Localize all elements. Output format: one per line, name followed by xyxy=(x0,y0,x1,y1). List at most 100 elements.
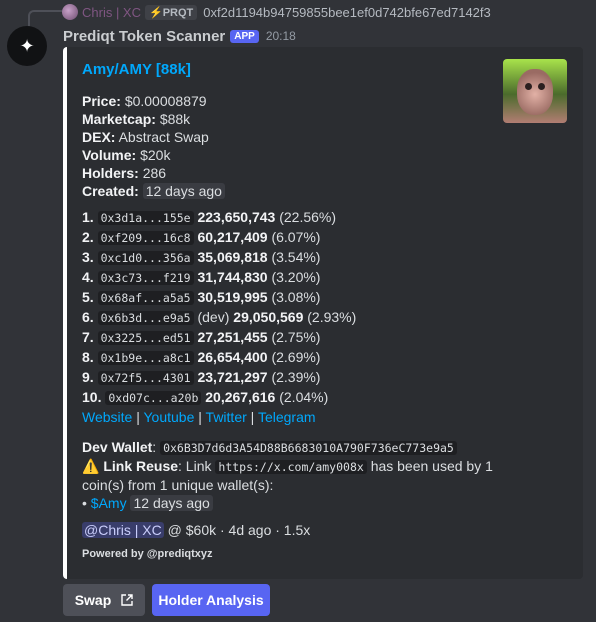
holder-rank: 9. xyxy=(82,369,94,385)
reply-connector xyxy=(28,10,62,26)
holder-amount: 30,519,995 xyxy=(197,289,268,305)
holder-address[interactable]: 0x3225...ed51 xyxy=(97,331,194,345)
sparkle-icon: ✦ xyxy=(19,35,35,56)
reuse-coin-age: 12 days ago xyxy=(130,495,213,511)
link-separator: | xyxy=(250,409,255,425)
holder-dev-tag: (dev) xyxy=(197,309,230,325)
twitter-link[interactable]: Twitter xyxy=(206,409,247,425)
external-link-icon xyxy=(121,594,133,606)
dev-wallet-block: Dev Wallet: 0x6B3D7d6d3A54D88B6683010A79… xyxy=(82,438,502,512)
token-info: Price: $0.00008879 Marketcap: $88k DEX: … xyxy=(82,92,225,200)
holder-percent: (3.08%) xyxy=(271,289,321,305)
info-volume: Volume: $20k xyxy=(82,147,171,163)
timestamp[interactable]: 20:18 xyxy=(266,29,296,43)
link-reuse-label: Link Reuse xyxy=(103,458,179,474)
holder-row: 7. 0x3225...ed51 27,251,455 (2.75%) xyxy=(82,328,356,348)
holder-amount: 31,744,830 xyxy=(197,269,268,285)
thumbnail-face xyxy=(517,69,553,115)
top-holders-list: 1. 0x3d1a...155e 223,650,743 (22.56%) 2.… xyxy=(82,208,356,408)
dev-wallet-row: Dev Wallet: 0x6B3D7d6d3A54D88B6683010A79… xyxy=(82,438,502,457)
link-separator: | xyxy=(198,409,202,425)
holder-row: 1. 0x3d1a...155e 223,650,743 (22.56%) xyxy=(82,208,356,228)
holder-address[interactable]: 0xc1d0...356a xyxy=(97,251,194,265)
reply-user-tag: ⚡PRQT xyxy=(145,4,198,20)
holder-amount: 35,069,818 xyxy=(197,249,268,265)
info-created: Created: 12 days ago xyxy=(82,182,225,200)
holder-rank: 2. xyxy=(82,229,94,245)
reply-text[interactable]: 0xf2d1194b94759855bee1ef0d742bfe67ed7142… xyxy=(203,5,491,20)
thumbnail-eye xyxy=(538,83,545,90)
holder-analysis-button[interactable]: Holder Analysis xyxy=(152,584,270,616)
link-reuse-row: ⚠️ Link Reuse: Link https://x.com/amy008… xyxy=(82,458,493,493)
info-price: Price: $0.00008879 xyxy=(82,93,207,109)
holder-row: 6. 0x6b3d...e9a5 (dev) 29,050,569 (2.93%… xyxy=(82,308,356,328)
holder-rank: 7. xyxy=(82,329,94,345)
caller-stats: @ $60k · 4d ago · 1.5x xyxy=(167,522,311,538)
holder-address[interactable]: 0x68af...a5a5 xyxy=(97,291,194,305)
user-mention[interactable]: @Chris | XC xyxy=(82,522,164,538)
holder-rank: 4. xyxy=(82,269,94,285)
social-links: Website | Youtube | Twitter | Telegram xyxy=(82,409,316,425)
reused-link[interactable]: https://x.com/amy008x xyxy=(215,460,367,474)
powered-by: Powered by @prediqtxyz xyxy=(82,548,213,560)
holder-row: 3. 0xc1d0...356a 35,069,818 (3.54%) xyxy=(82,248,356,268)
dev-wallet-label: Dev Wallet xyxy=(82,439,153,455)
link-separator: | xyxy=(136,409,140,425)
message-header: Prediqt Token Scanner APP 20:18 xyxy=(63,26,296,46)
reply-user-avatar[interactable] xyxy=(62,4,78,20)
holder-analysis-label: Holder Analysis xyxy=(158,592,264,608)
holder-address[interactable]: 0x6b3d...e9a5 xyxy=(97,311,194,325)
embed-title[interactable]: Amy/AMY [88k] xyxy=(82,61,191,78)
youtube-link[interactable]: Youtube xyxy=(144,409,195,425)
bot-avatar[interactable]: ✦ xyxy=(7,26,47,66)
holder-rank: 5. xyxy=(82,289,94,305)
holder-percent: (6.07%) xyxy=(271,229,321,245)
holder-amount: 26,654,400 xyxy=(197,349,268,365)
dev-wallet-address[interactable]: 0x6B3D7d6d3A54D88B6683010A790F736eC773e9… xyxy=(160,441,457,455)
holder-amount: 23,721,297 xyxy=(197,369,268,385)
bot-name[interactable]: Prediqt Token Scanner xyxy=(63,28,225,45)
holder-row: 4. 0x3c73...f219 31,744,830 (3.20%) xyxy=(82,268,356,288)
holder-rank: 6. xyxy=(82,309,94,325)
holder-amount: 60,217,409 xyxy=(197,229,268,245)
holder-row: 10. 0xd07c...a20b 20,267,616 (2.04%) xyxy=(82,388,356,408)
holder-amount: 29,050,569 xyxy=(233,309,304,325)
holder-percent: (2.69%) xyxy=(271,349,321,365)
holder-row: 8. 0x1b9e...a8c1 26,654,400 (2.69%) xyxy=(82,348,356,368)
holder-percent: (3.20%) xyxy=(271,269,321,285)
holder-address[interactable]: 0x1b9e...a8c1 xyxy=(97,351,194,365)
swap-button[interactable]: Swap xyxy=(63,584,145,616)
holder-percent: (2.93%) xyxy=(307,309,357,325)
holder-rank: 10. xyxy=(82,389,102,405)
swap-label: Swap xyxy=(74,592,112,608)
holder-percent: (22.56%) xyxy=(279,209,337,225)
holder-percent: (2.39%) xyxy=(271,369,321,385)
telegram-link[interactable]: Telegram xyxy=(258,409,316,425)
holder-row: 2. 0xf209...16c8 60,217,409 (6.07%) xyxy=(82,228,356,248)
info-marketcap: Marketcap: $88k xyxy=(82,111,191,127)
info-dex: DEX: Abstract Swap xyxy=(82,129,209,145)
reply-reference[interactable]: Chris | XC ⚡PRQT 0xf2d1194b94759855bee1e… xyxy=(62,3,491,21)
holder-address[interactable]: 0xd07c...a20b xyxy=(105,391,202,405)
app-badge: APP xyxy=(230,29,259,43)
holder-amount: 27,251,455 xyxy=(197,329,268,345)
reuse-coin-row: • $Amy 12 days ago xyxy=(82,494,502,512)
holder-row: 9. 0x72f5...4301 23,721,297 (2.39%) xyxy=(82,368,356,388)
holder-amount: 223,650,743 xyxy=(197,209,276,225)
holder-address[interactable]: 0x3d1a...155e xyxy=(97,211,194,225)
holder-rank: 3. xyxy=(82,249,94,265)
embed-card: Amy/AMY [88k] Price: $0.00008879 Marketc… xyxy=(63,47,583,579)
token-thumbnail[interactable] xyxy=(503,59,567,123)
holder-percent: (2.75%) xyxy=(271,329,321,345)
caller-line: @Chris | XC @ $60k · 4d ago · 1.5x xyxy=(82,522,310,538)
warning-icon: ⚠️ xyxy=(82,458,100,474)
reuse-coin-link[interactable]: $Amy xyxy=(91,495,127,511)
holder-address[interactable]: 0xf209...16c8 xyxy=(97,231,194,245)
holder-percent: (3.54%) xyxy=(271,249,321,265)
holder-row: 5. 0x68af...a5a5 30,519,995 (3.08%) xyxy=(82,288,356,308)
reply-username[interactable]: Chris | XC xyxy=(82,5,141,20)
holder-address[interactable]: 0x72f5...4301 xyxy=(97,371,194,385)
info-holders: Holders: 286 xyxy=(82,165,167,181)
website-link[interactable]: Website xyxy=(82,409,132,425)
holder-address[interactable]: 0x3c73...f219 xyxy=(97,271,194,285)
